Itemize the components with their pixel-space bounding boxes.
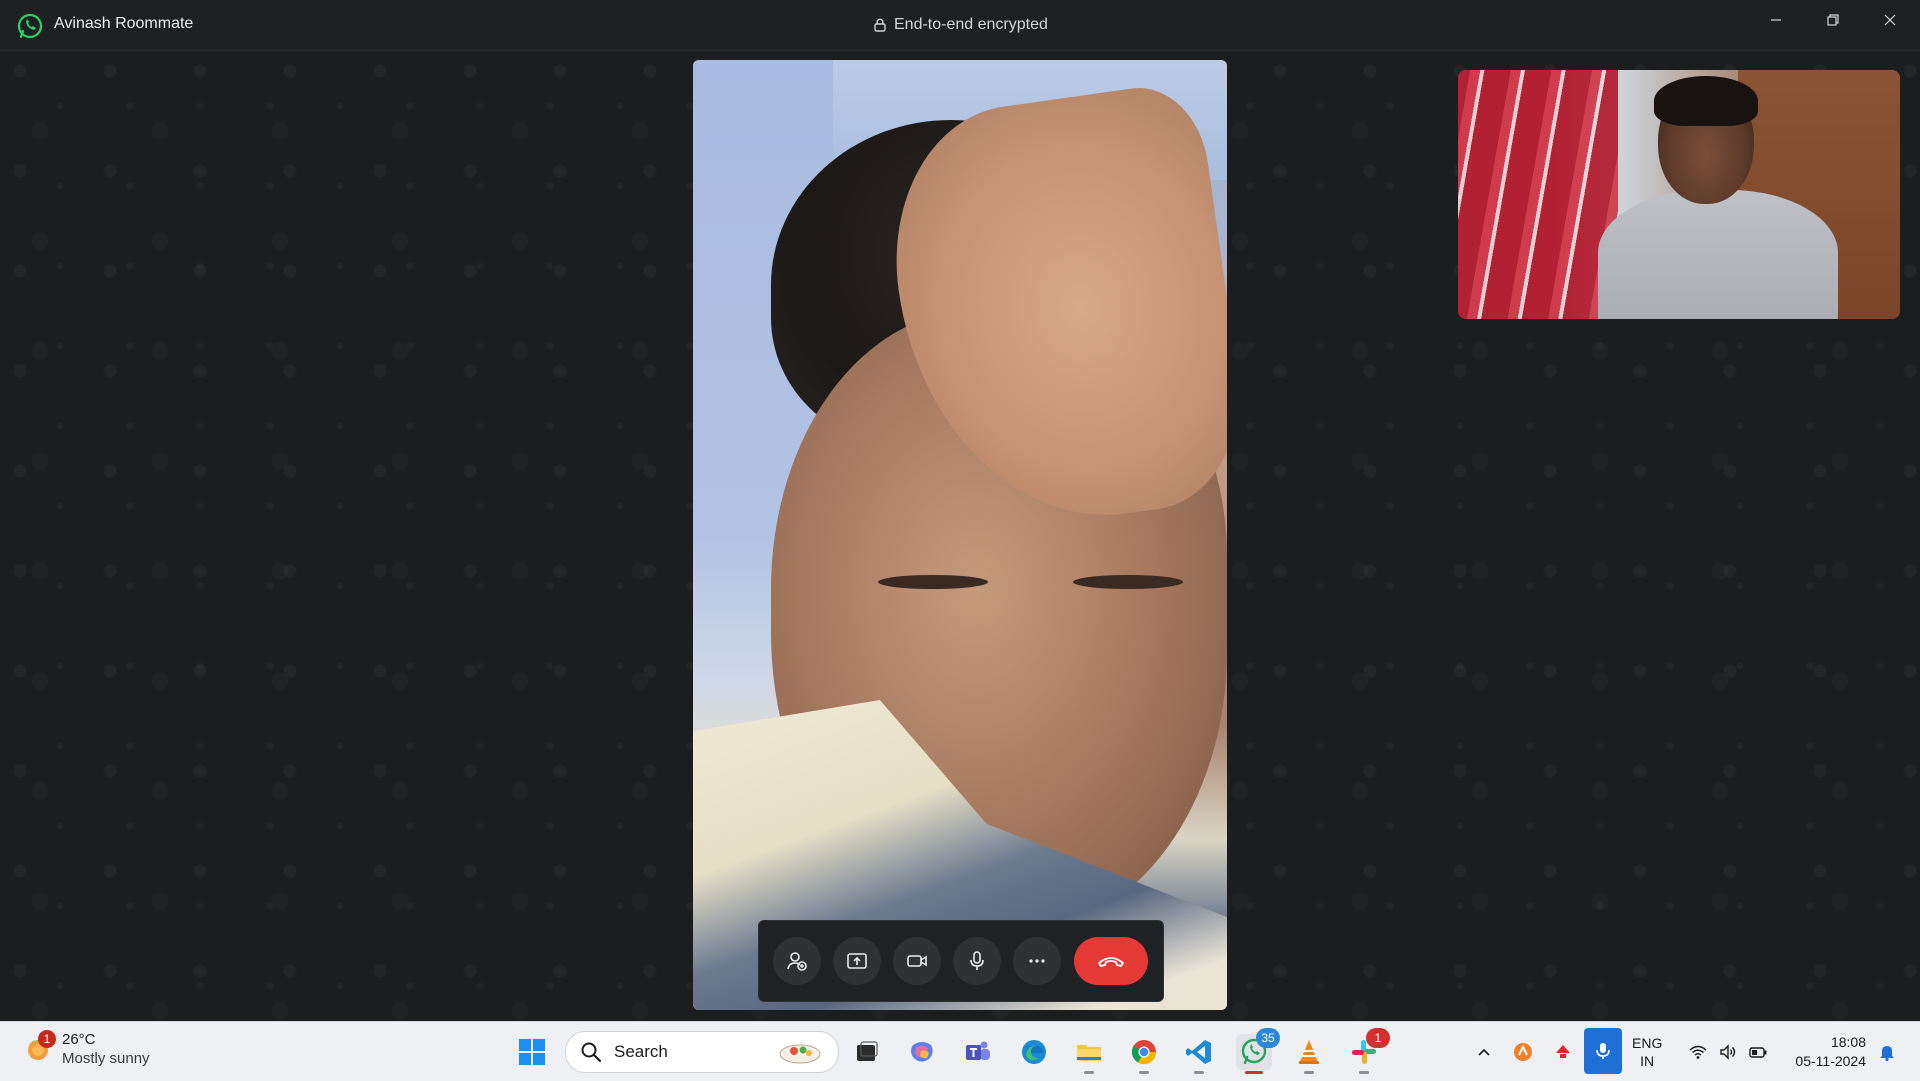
taskbar-copilot[interactable]: [904, 1034, 940, 1070]
restore-button[interactable]: [1805, 0, 1861, 40]
taskbar-teams[interactable]: [960, 1034, 996, 1070]
video-camera-icon: [907, 955, 927, 967]
copilot-icon: [911, 1042, 933, 1062]
running-indicator: [1139, 1071, 1149, 1074]
speaker-icon: [1720, 1043, 1736, 1060]
language-code: ENG: [1632, 1035, 1663, 1051]
remote-video-feed: [693, 60, 1227, 1010]
share-screen-button[interactable]: [833, 937, 881, 985]
minimize-icon: [1771, 19, 1781, 21]
weather-badge: 1: [38, 1030, 56, 1048]
taskbar-file-explorer[interactable]: [1071, 1034, 1107, 1074]
running-indicator: [1084, 1071, 1094, 1074]
region-code: IN: [1640, 1053, 1655, 1069]
windows-icon: [519, 1039, 545, 1065]
person-add-icon: [787, 952, 807, 971]
call-controls-bar: [758, 920, 1164, 1002]
whatsapp-badge: 35: [1256, 1028, 1280, 1048]
input-language-indicator[interactable]: ENG IN: [1632, 1034, 1662, 1070]
tray-orange-icon: [1514, 1042, 1532, 1061]
self-video-preview[interactable]: [1458, 70, 1900, 319]
tray-wifi[interactable]: [1684, 1022, 1712, 1081]
add-participant-button[interactable]: [773, 937, 821, 985]
search-highlight-icon: [779, 1044, 821, 1064]
eye-right: [1073, 575, 1183, 589]
bell-icon: [1880, 1045, 1894, 1061]
taskbar-search-box[interactable]: Search: [565, 1031, 839, 1073]
minimize-button[interactable]: [1748, 0, 1804, 40]
torso: [1598, 190, 1838, 319]
slack-badge: 1: [1366, 1028, 1390, 1048]
eye-left: [878, 575, 988, 589]
wifi-icon: [1689, 1045, 1707, 1059]
restore-icon: [1827, 14, 1839, 26]
search-icon: [581, 1042, 602, 1063]
weather-widget[interactable]: 1 26°C Mostly sunny: [24, 1030, 150, 1068]
lock-icon: [874, 18, 886, 32]
window-title: Avinash Roommate: [54, 15, 194, 32]
microphone-icon: [1596, 1043, 1610, 1059]
more-options-button[interactable]: [1013, 937, 1061, 985]
screen-share-icon: [847, 953, 867, 969]
chevron-up-icon: [1478, 1048, 1490, 1056]
tray-app-red[interactable]: [1550, 1022, 1576, 1081]
end-call-button[interactable]: [1074, 937, 1148, 985]
taskbar-whatsapp[interactable]: 35: [1236, 1028, 1280, 1074]
edge-icon: [1022, 1040, 1046, 1064]
search-placeholder: Search: [614, 1042, 668, 1061]
taskbar-vlc[interactable]: [1291, 1034, 1327, 1074]
title-bar: Avinash Roommate End-to-end encrypted: [0, 0, 1920, 51]
start-button[interactable]: [514, 1034, 550, 1070]
vscode-icon: [1186, 1040, 1211, 1064]
close-button[interactable]: [1862, 0, 1918, 40]
curtain: [1458, 70, 1618, 319]
microphone-button[interactable]: [953, 937, 1001, 985]
taskbar-task-view[interactable]: [848, 1034, 884, 1070]
taskbar-edge[interactable]: [1016, 1034, 1052, 1070]
tray-battery[interactable]: [1744, 1022, 1772, 1081]
tray-app-orange[interactable]: [1510, 1022, 1536, 1081]
taskbar-slack[interactable]: 1: [1346, 1028, 1390, 1074]
taskbar-chrome[interactable]: [1126, 1034, 1162, 1074]
notification-center-button[interactable]: [1874, 1022, 1900, 1081]
tray-microphone-in-use[interactable]: [1584, 1028, 1622, 1074]
clock-date: 05-11-2024: [1795, 1053, 1866, 1069]
microphone-icon: [970, 951, 984, 970]
clock-time: 18:08: [1830, 1034, 1866, 1050]
active-indicator: [1245, 1071, 1263, 1074]
battery-icon: [1749, 1046, 1767, 1058]
taskbar-vscode[interactable]: [1181, 1034, 1217, 1074]
running-indicator: [1194, 1071, 1204, 1074]
weather-sun-icon: 1: [24, 1030, 56, 1064]
weather-temperature: 26°C: [62, 1031, 96, 1048]
encryption-label: End-to-end encrypted: [894, 16, 1048, 33]
folder-icon: [1077, 1045, 1101, 1061]
taskbar: 1 26°C Mostly sunny Search 35 1 ENG IN 1…: [0, 1021, 1920, 1081]
teams-icon: [966, 1041, 990, 1060]
running-indicator: [1304, 1071, 1314, 1074]
task-view-icon: [857, 1041, 878, 1061]
show-hidden-icons-button[interactable]: [1472, 1022, 1496, 1081]
close-icon: [1884, 14, 1896, 26]
ellipsis-icon: [1029, 959, 1045, 963]
camera-button[interactable]: [893, 937, 941, 985]
chrome-icon: [1131, 1040, 1156, 1065]
running-indicator: [1359, 1071, 1369, 1074]
end-call-icon: [1098, 957, 1124, 967]
weather-condition: Mostly sunny: [62, 1050, 150, 1067]
tray-volume[interactable]: [1714, 1022, 1742, 1081]
whatsapp-icon: [17, 13, 43, 39]
taskbar-clock[interactable]: 18:08 05-11-2024: [1786, 1033, 1866, 1071]
vlc-icon: [1299, 1040, 1319, 1064]
hair: [1654, 76, 1758, 126]
tray-upload-icon: [1556, 1044, 1570, 1058]
encryption-status: End-to-end encrypted: [874, 16, 1048, 34]
